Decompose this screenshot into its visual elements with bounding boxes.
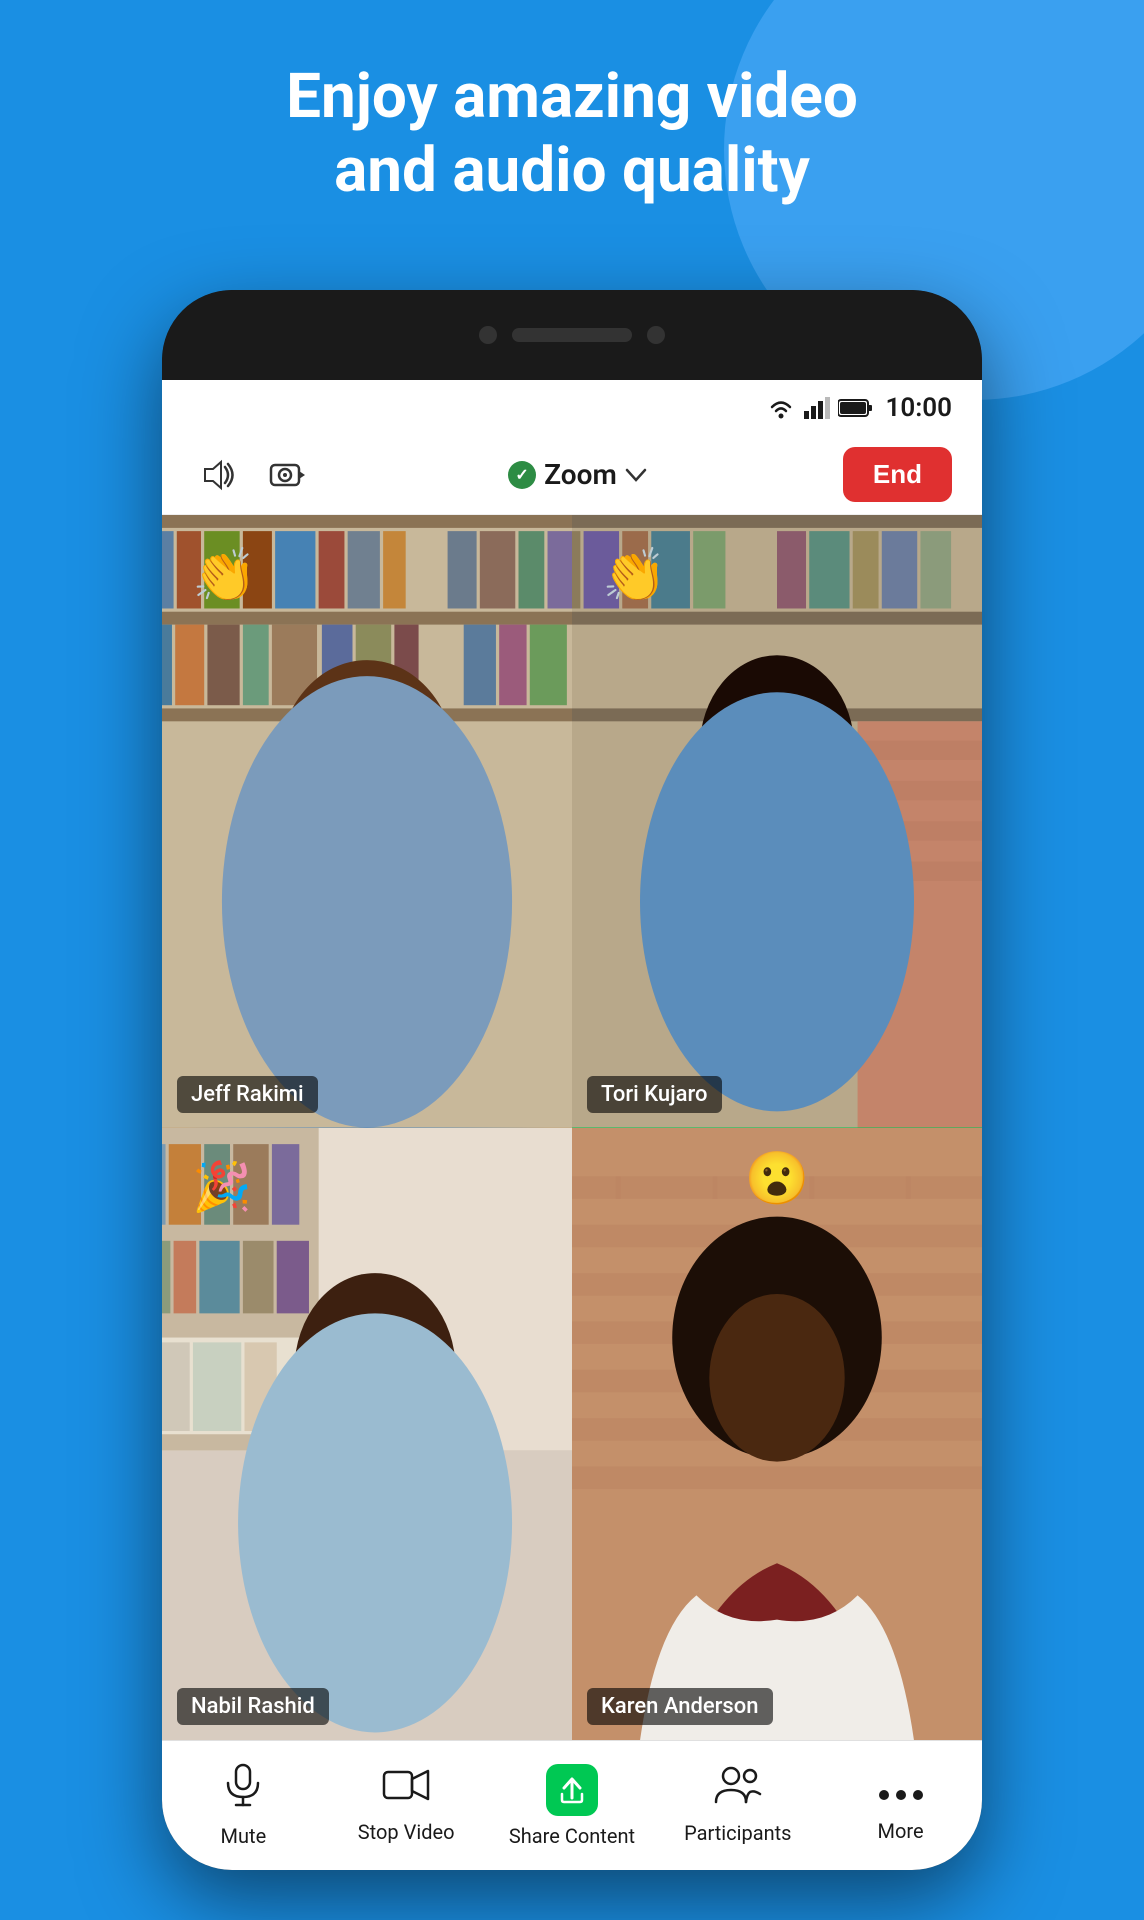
video-cell-jeff: 👏 Jeff Rakimi (162, 515, 572, 1128)
zoom-brand-name: Zoom (544, 458, 617, 491)
video-cell-nabil: 🎉 Nabil Rashid (162, 1128, 572, 1741)
jeff-emoji: 👏 (192, 545, 257, 606)
status-time: 10:00 (886, 393, 953, 423)
speaker-icon[interactable] (192, 450, 242, 500)
share-content-label: Share Content (509, 1824, 635, 1848)
front-camera (479, 326, 497, 344)
video-cell-karen: 😮 Karen Anderson (572, 1128, 982, 1741)
bottom-toolbar: Mute Stop Video (162, 1740, 982, 1870)
video-grid: 👏 Jeff Rakimi (162, 515, 982, 1740)
stop-video-button[interactable]: Stop Video (346, 1767, 466, 1844)
video-cell-tori: 👏 Tori Kujaro (572, 515, 982, 1128)
status-icons (766, 397, 874, 419)
headline-line2: and audio quality (334, 134, 810, 207)
end-call-button[interactable]: End (843, 447, 952, 502)
jeff-name: Jeff Rakimi (177, 1076, 318, 1113)
phone-body: 10:00 ✓ (162, 290, 982, 1870)
status-bar: 10:00 (162, 380, 982, 435)
chevron-down-icon (625, 468, 647, 482)
camera-flip-icon[interactable] (262, 450, 312, 500)
participants-label: Participants (684, 1821, 791, 1845)
battery-icon (838, 398, 874, 418)
video-nabil (162, 1128, 572, 1741)
phone-mockup: 10:00 ✓ (162, 290, 982, 1870)
wifi-icon (766, 397, 796, 419)
earpiece (512, 328, 632, 342)
zoom-brand[interactable]: ✓ Zoom (332, 458, 823, 491)
headline: Enjoy amazing video and audio quality (0, 60, 1144, 209)
nabil-emoji: 🎉 (192, 1158, 252, 1215)
participants-button[interactable]: Participants (678, 1766, 798, 1845)
share-content-icon (546, 1764, 598, 1816)
tori-emoji: 👏 (602, 545, 667, 606)
phone-notch (162, 290, 982, 380)
video-jeff (162, 515, 572, 1128)
more-label: More (878, 1819, 924, 1843)
mute-button[interactable]: Mute (183, 1763, 303, 1848)
participants-icon (714, 1766, 762, 1813)
video-camera-icon (382, 1767, 430, 1812)
sensor (647, 326, 665, 344)
more-button[interactable]: More (841, 1769, 961, 1843)
karen-emoji: 😮 (745, 1148, 810, 1209)
karen-name: Karen Anderson (587, 1688, 773, 1725)
more-dots-icon (877, 1769, 925, 1811)
signal-icon (804, 397, 830, 419)
headline-line1: Enjoy amazing video (286, 60, 858, 133)
share-content-button[interactable]: Share Content (509, 1764, 635, 1848)
video-tori (572, 515, 982, 1128)
zoom-shield-icon: ✓ (508, 461, 536, 489)
video-karen (572, 1128, 982, 1741)
microphone-icon (223, 1763, 263, 1816)
stop-video-label: Stop Video (358, 1820, 455, 1844)
camera-area (479, 326, 665, 344)
nabil-name: Nabil Rashid (177, 1688, 329, 1725)
zoom-toolbar: ✓ Zoom End (162, 435, 982, 515)
tori-name: Tori Kujaro (587, 1076, 722, 1113)
mute-label: Mute (221, 1824, 267, 1848)
